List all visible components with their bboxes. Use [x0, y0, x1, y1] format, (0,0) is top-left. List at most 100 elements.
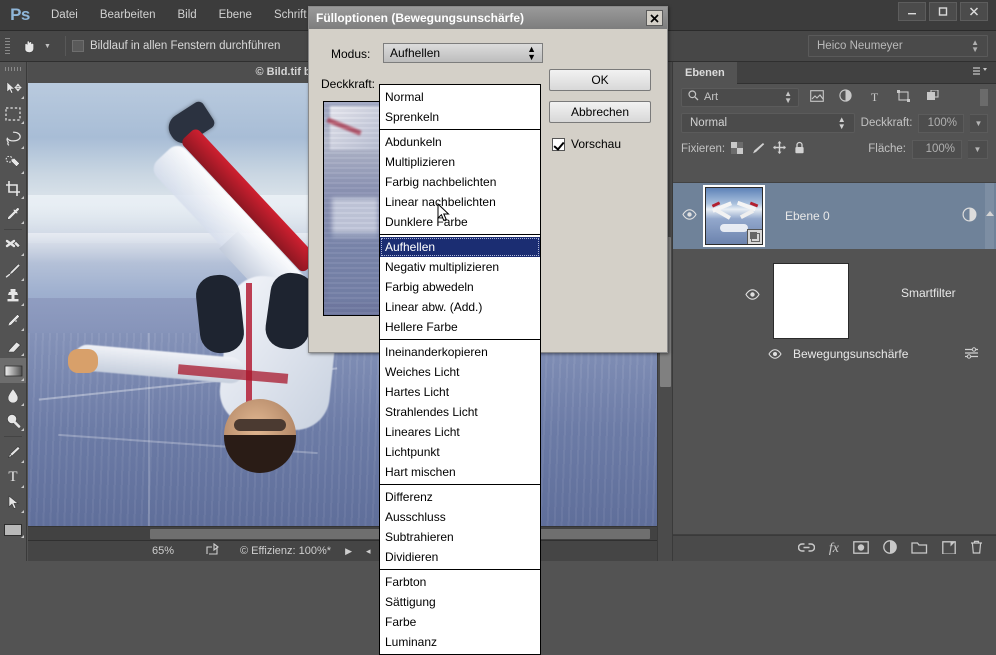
link-layers-icon[interactable]: [797, 541, 816, 556]
dodge-tool[interactable]: [0, 408, 26, 433]
workspace-selector[interactable]: Heico Neumeyer ▲ ▼: [808, 35, 988, 57]
status-collapse-icon[interactable]: ◂: [366, 546, 371, 557]
lock-position-icon[interactable]: [773, 141, 787, 157]
dropdown-item-normal[interactable]: Normal: [380, 87, 540, 107]
dropdown-item-farbton[interactable]: Farbton: [380, 572, 540, 592]
menu-datei[interactable]: Datei: [40, 0, 89, 31]
maximize-button[interactable]: [929, 2, 957, 21]
filter-entry-row[interactable]: Bewegungsunschärfe: [673, 344, 996, 368]
scroll-all-windows-checkbox[interactable]: [71, 40, 84, 52]
dropdown-item-ineinanderkopieren[interactable]: Ineinanderkopieren: [380, 342, 540, 362]
delete-layer-icon[interactable]: [970, 540, 983, 557]
eyedropper-tool[interactable]: [0, 201, 26, 226]
panel-menu-icon[interactable]: [972, 66, 996, 80]
zoom-level[interactable]: 65%: [152, 545, 206, 557]
ok-button[interactable]: OK: [549, 69, 651, 91]
dropdown-item-ausschluss[interactable]: Ausschluss: [380, 507, 540, 527]
new-layer-icon[interactable]: [942, 540, 956, 557]
dropdown-item-multiplizieren[interactable]: Multiplizieren: [380, 152, 540, 172]
blur-tool[interactable]: [0, 383, 26, 408]
dialog-preview-thumbnail[interactable]: [323, 101, 387, 316]
dropdown-item-farbe[interactable]: Farbe: [380, 612, 540, 632]
fx-circle-icon[interactable]: [962, 207, 977, 225]
share-icon[interactable]: [206, 542, 240, 559]
gradient-tool[interactable]: [0, 358, 26, 383]
dropdown-item-farbig-nachbelichten[interactable]: Farbig nachbelichten: [380, 172, 540, 192]
layers-scroll-up-icon[interactable]: [986, 211, 994, 216]
tools-panel-grip[interactable]: [0, 62, 26, 76]
status-expand-icon[interactable]: ▶: [345, 546, 352, 557]
preview-checkbox[interactable]: [552, 137, 565, 151]
dropdown-item-linear-nachbelichten[interactable]: Linear nachbelichten: [380, 192, 540, 212]
options-bar-grip[interactable]: [0, 31, 14, 62]
close-button[interactable]: [960, 2, 988, 21]
healing-brush-tool[interactable]: [0, 233, 26, 258]
lock-transparency-icon[interactable]: [731, 141, 744, 157]
dropdown-item-differenz[interactable]: Differenz: [380, 487, 540, 507]
eraser-tool[interactable]: [0, 333, 26, 358]
dropdown-item-aufhellen[interactable]: Aufhellen: [380, 237, 540, 257]
new-adjustment-layer-icon[interactable]: [883, 540, 897, 557]
smartfilter-mask-thumbnail[interactable]: [773, 263, 849, 339]
mode-combobox[interactable]: Aufhellen ▲ ▼: [383, 43, 543, 63]
dropdown-item-linear-abw-add[interactable]: Linear abw. (Add.): [380, 297, 540, 317]
table-row[interactable]: Ebene 0: [673, 183, 996, 249]
blend-mode-dropdown[interactable]: Normal Sprenkeln Abdunkeln Multipliziere…: [379, 84, 541, 655]
smartfilter-row[interactable]: Smartfilter: [673, 249, 996, 344]
pen-tool[interactable]: [0, 440, 26, 465]
menu-bild[interactable]: Bild: [166, 0, 207, 31]
rectangular-marquee-tool[interactable]: [0, 101, 26, 126]
dropdown-item-dividieren[interactable]: Dividieren: [380, 547, 540, 567]
dialog-close-button[interactable]: [646, 10, 663, 26]
dropdown-item-lineares-licht[interactable]: Lineares Licht: [380, 422, 540, 442]
new-group-icon[interactable]: [911, 541, 928, 557]
preview-checkbox-row[interactable]: Vorschau: [552, 137, 621, 151]
smartfilter-visibility-icon[interactable]: [745, 289, 760, 303]
layer-thumbnail[interactable]: [703, 185, 765, 247]
dropdown-item-hartes-licht[interactable]: Hartes Licht: [380, 382, 540, 402]
brush-tool[interactable]: [0, 258, 26, 283]
dialog-title-bar[interactable]: Fülloptionen (Bewegungsunschärfe): [309, 7, 667, 29]
dropdown-item-saettigung[interactable]: Sättigung: [380, 592, 540, 612]
opacity-value[interactable]: 100%: [918, 113, 964, 133]
menu-ebene[interactable]: Ebene: [208, 0, 263, 31]
filter-options-icon[interactable]: [964, 347, 979, 362]
crop-tool[interactable]: [0, 176, 26, 201]
dropdown-item-abdunkeln[interactable]: Abdunkeln: [380, 132, 540, 152]
canvas-horizontal-scrollbar[interactable]: [28, 526, 672, 540]
dropdown-item-subtrahieren[interactable]: Subtrahieren: [380, 527, 540, 547]
filter-visibility-icon[interactable]: [768, 348, 782, 362]
move-tool[interactable]: [0, 76, 26, 101]
dropdown-item-strahlendes-licht[interactable]: Strahlendes Licht: [380, 402, 540, 422]
rectangle-tool[interactable]: [0, 515, 26, 540]
history-brush-tool[interactable]: [0, 308, 26, 333]
cancel-button[interactable]: Abbrechen: [549, 101, 651, 123]
type-tool[interactable]: T: [0, 465, 26, 490]
lock-all-icon[interactable]: [794, 141, 805, 157]
tab-ebenen[interactable]: Ebenen: [673, 61, 737, 84]
dropdown-item-dunklere-farbe[interactable]: Dunklere Farbe: [380, 212, 540, 232]
type-filter-icon[interactable]: T: [863, 90, 886, 105]
fill-chevron-icon[interactable]: ▼: [968, 139, 988, 159]
dropdown-item-lichtpunkt[interactable]: Lichtpunkt: [380, 442, 540, 462]
path-selection-tool[interactable]: [0, 490, 26, 515]
add-layer-mask-icon[interactable]: [853, 540, 869, 557]
smartobject-filter-icon[interactable]: [921, 88, 944, 105]
lock-image-icon[interactable]: [751, 142, 765, 157]
hand-tool-icon[interactable]: [14, 38, 44, 55]
dropdown-item-hart-mischen[interactable]: Hart mischen: [380, 462, 540, 482]
fill-value[interactable]: 100%: [912, 139, 962, 159]
opacity-chevron-icon[interactable]: ▼: [970, 113, 988, 133]
quick-selection-tool[interactable]: [0, 151, 26, 176]
clone-stamp-tool[interactable]: [0, 283, 26, 308]
image-filter-icon[interactable]: [805, 89, 828, 105]
dropdown-item-weiches-licht[interactable]: Weiches Licht: [380, 362, 540, 382]
dropdown-item-luminanz[interactable]: Luminanz: [380, 632, 540, 652]
dropdown-item-hellere-farbe[interactable]: Hellere Farbe: [380, 317, 540, 337]
minimize-button[interactable]: [898, 2, 926, 21]
dropdown-item-negativ-multiplizieren[interactable]: Negativ multiplizieren: [380, 257, 540, 277]
layer-visibility-icon[interactable]: [673, 209, 705, 223]
filter-type-select[interactable]: Art ▲ ▼: [681, 87, 799, 107]
adjustment-filter-icon[interactable]: [834, 89, 857, 105]
lasso-tool[interactable]: [0, 126, 26, 151]
